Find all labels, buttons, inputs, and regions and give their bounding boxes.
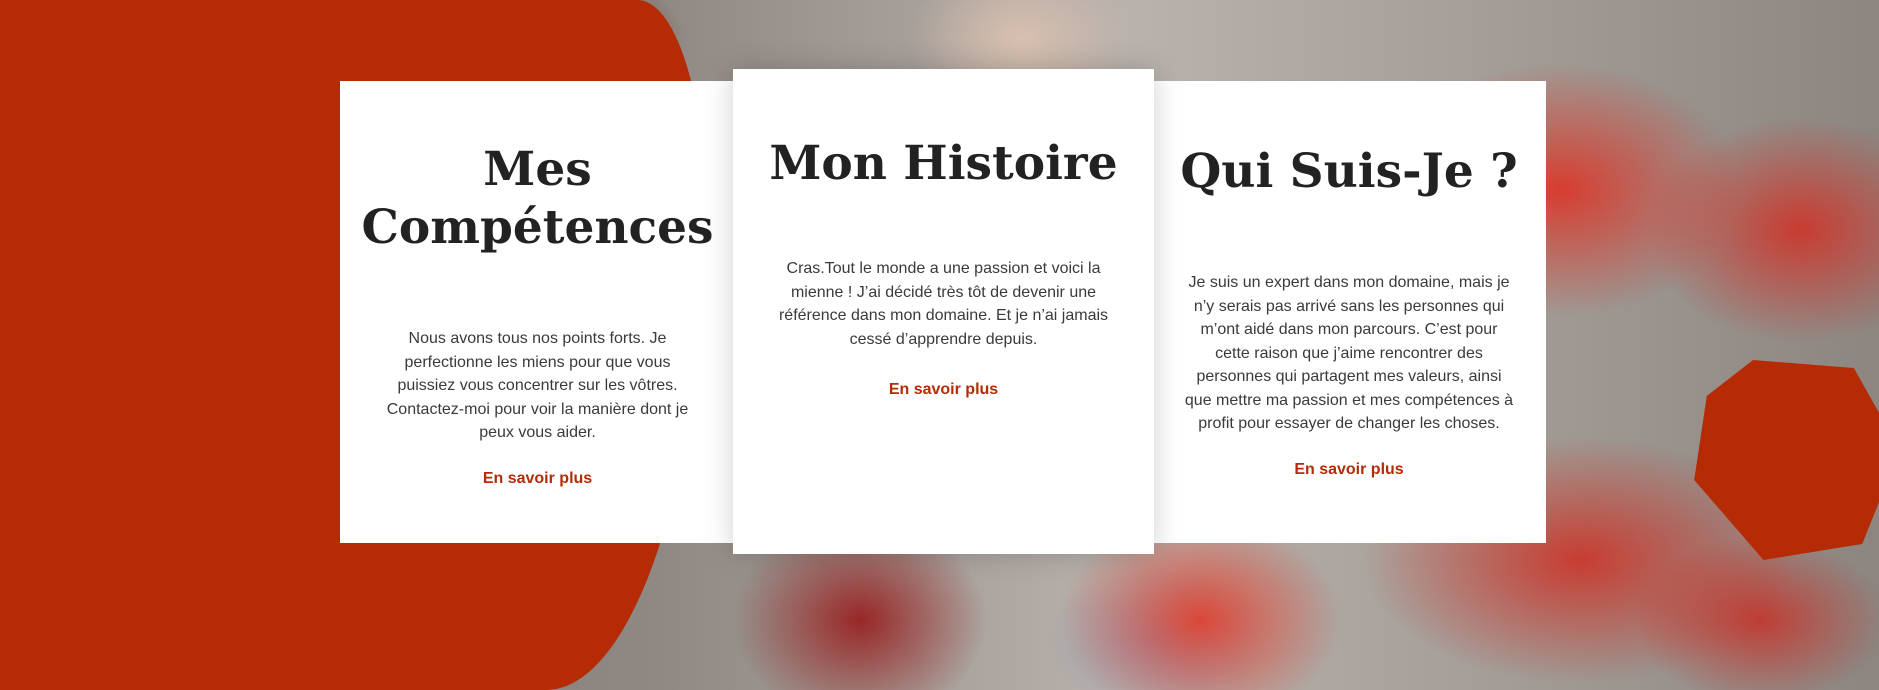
card-competences: Mes Compétences Nous avons tous nos poin…: [340, 81, 735, 543]
card-text: Je suis un expert dans mon domaine, mais…: [1184, 274, 1514, 432]
card-text: Nous avons tous nos points forts. Je per…: [386, 330, 689, 441]
read-more-link-qui-suis-je[interactable]: En savoir plus: [1294, 461, 1403, 479]
card-text: Cras.Tout le monde a une passion et voic…: [778, 260, 1109, 348]
read-more-link-competences[interactable]: En savoir plus: [483, 470, 592, 488]
read-more-link-histoire[interactable]: En savoir plus: [889, 381, 998, 399]
card-title: Mes Compétences: [361, 142, 714, 255]
card-title: Qui Suis-Je ?: [1180, 144, 1518, 199]
card-title: Mon Histoire: [769, 136, 1118, 191]
card-histoire: Mon Histoire Cras.Tout le monde a une pa…: [733, 69, 1154, 554]
card-qui-suis-je: Qui Suis-Je ? Je suis un expert dans mon…: [1152, 81, 1546, 543]
